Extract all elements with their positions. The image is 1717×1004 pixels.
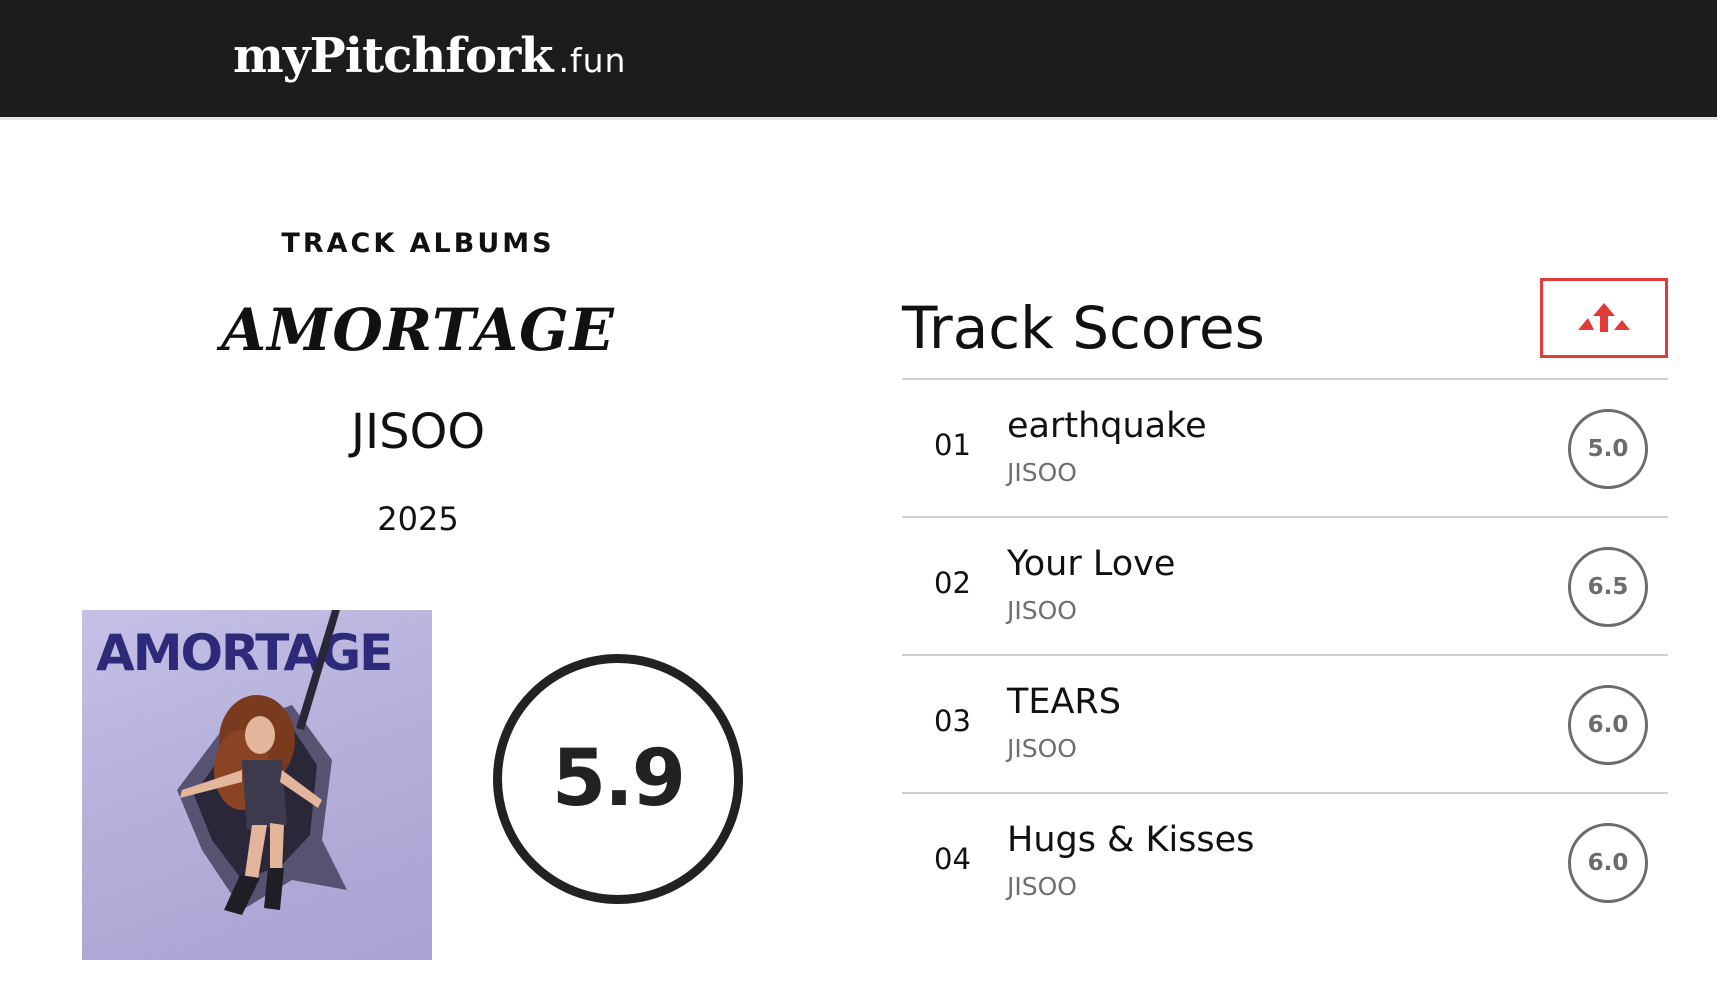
track-score-circle: 6.0 bbox=[1568, 823, 1648, 903]
track-name: earthquake bbox=[1007, 406, 1207, 446]
track-score-circle: 6.0 bbox=[1568, 685, 1648, 765]
track-name: TEARS bbox=[1007, 682, 1121, 722]
album-artist: JISOO bbox=[350, 404, 486, 460]
album-year: 2025 bbox=[377, 500, 459, 538]
track-row[interactable]: 01 earthquake JISOO 5.0 bbox=[902, 380, 1668, 518]
track-score-circle: 6.5 bbox=[1568, 547, 1648, 627]
track-row[interactable]: 04 Hugs & Kisses JISOO 6.0 bbox=[902, 794, 1668, 930]
logo-main-text: myPitchfork bbox=[233, 28, 554, 84]
sort-button[interactable] bbox=[1540, 278, 1668, 358]
logo-suffix-text: .fun bbox=[558, 41, 627, 80]
sort-up-icon bbox=[1578, 303, 1630, 332]
album-summary: TRACK ALBUMS AMORTAGE JISOO 2025 AMORTAG… bbox=[80, 120, 756, 1000]
track-artist: JISOO bbox=[1007, 734, 1077, 763]
top-navigation-bar: myPitchfork .fun bbox=[0, 0, 1717, 120]
track-name: Hugs & Kisses bbox=[1007, 820, 1255, 860]
track-number: 04 bbox=[934, 842, 971, 876]
track-number: 03 bbox=[934, 704, 971, 738]
track-row[interactable]: 02 Your Love JISOO 6.5 bbox=[902, 518, 1668, 656]
track-number: 02 bbox=[934, 566, 971, 600]
track-scores-panel: Track Scores 01 earthquake JISOO 5.0 02 … bbox=[902, 270, 1668, 930]
section-kicker: TRACK ALBUMS bbox=[281, 228, 555, 259]
track-row[interactable]: 03 TEARS JISOO 6.0 bbox=[902, 656, 1668, 794]
track-name: Your Love bbox=[1007, 544, 1176, 584]
album-score-circle: 5.9 bbox=[493, 654, 743, 904]
track-artist: JISOO bbox=[1007, 872, 1077, 901]
track-scores-title: Track Scores bbox=[902, 294, 1265, 362]
album-cover-image: AMORTAGE bbox=[82, 610, 432, 960]
track-score-circle: 5.0 bbox=[1568, 409, 1648, 489]
album-title: AMORTAGE bbox=[221, 296, 615, 364]
track-scores-header: Track Scores bbox=[902, 270, 1668, 380]
track-artist: JISOO bbox=[1007, 596, 1077, 625]
track-number: 01 bbox=[934, 428, 971, 462]
cover-artwork bbox=[177, 610, 347, 915]
track-artist: JISOO bbox=[1007, 458, 1077, 487]
site-logo[interactable]: myPitchfork .fun bbox=[233, 28, 626, 84]
